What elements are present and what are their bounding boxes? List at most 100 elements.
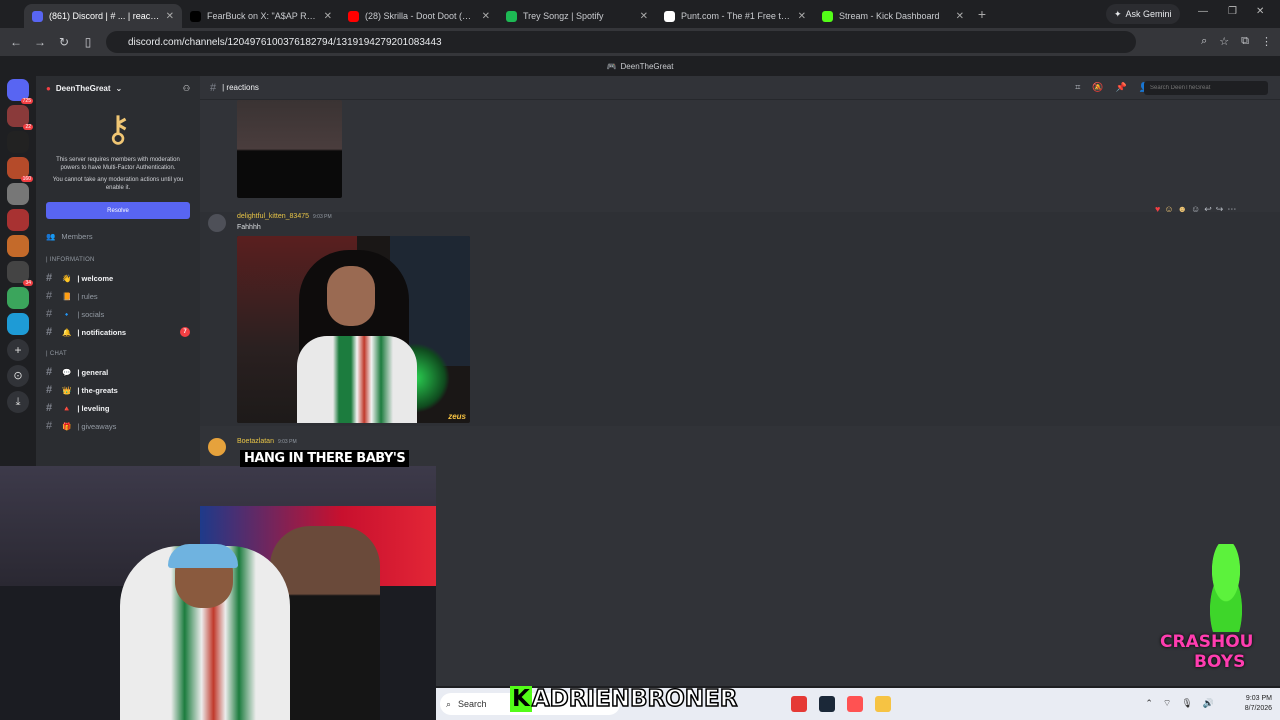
forward-icon[interactable]: →	[28, 35, 52, 49]
taskbar-clock[interactable]: 9:03 PM 8/7/2026	[1245, 694, 1272, 714]
channel-emoji-icon: 📙	[62, 291, 72, 301]
channel-item[interactable]: # 🔺 | leveling	[36, 399, 200, 417]
user-avatar[interactable]	[208, 214, 226, 232]
server-icon[interactable]	[7, 183, 29, 205]
server-name-header[interactable]: ● DeenTheGreat ⌄ ⚇	[36, 76, 200, 100]
mic-icon[interactable]: 🎙	[1181, 698, 1192, 709]
previous-image-attachment[interactable]	[237, 100, 342, 198]
channel-item[interactable]: # 💬 | general	[36, 363, 200, 381]
emoji-reaction-icon[interactable]: ☺	[1164, 204, 1173, 215]
server-icon[interactable]: 160	[7, 157, 33, 182]
channel-item[interactable]: # 🔔 | notifications 7	[36, 323, 200, 341]
add-member-icon[interactable]: ⚇	[183, 84, 190, 93]
url-bar[interactable]: discord.com/channels/1204976100376182794…	[106, 31, 1136, 53]
download-icon[interactable]: ⤓	[7, 391, 29, 413]
key-icon: ⚷	[104, 108, 132, 149]
crashout-boys-logo: CRASHOU BOYS	[1160, 632, 1254, 672]
taskbar-apps	[791, 696, 891, 712]
back-icon[interactable]: ←	[4, 35, 28, 49]
browser-tab[interactable]: FearBuck on X: "A$AP Rocky gi... ✕	[182, 4, 340, 28]
channel-item[interactable]: # 📙 | rules	[36, 287, 200, 305]
close-tab-icon[interactable]: ✕	[482, 11, 490, 22]
bookmark-star-icon[interactable]: ☆	[1219, 35, 1229, 48]
tab-favicon-icon	[664, 10, 675, 22]
ask-gemini-button[interactable]: ✦ Ask Gemini	[1106, 4, 1180, 24]
emoji-reaction-icon[interactable]: ☻	[1178, 204, 1187, 215]
volume-icon[interactable]: 🔊	[1203, 698, 1214, 709]
tab-favicon-icon	[32, 10, 43, 22]
channel-emoji-icon: 🔹	[62, 309, 72, 319]
minimize-icon[interactable]: —	[1198, 6, 1208, 17]
browser-tab[interactable]: Punt.com - The #1 Free to Play ... ✕	[656, 4, 814, 28]
add-reaction-icon[interactable]: ☺	[1191, 204, 1200, 215]
tab-title: (861) Discord | # ... | reactions	[49, 11, 160, 21]
sidepanel-icon[interactable]: ▯	[76, 35, 100, 49]
hash-icon: #	[46, 290, 53, 302]
maximize-icon[interactable]: ❐	[1228, 6, 1237, 17]
close-tab-icon[interactable]: ✕	[166, 11, 174, 22]
header-tools: ⌗ 🔕 📌 👤	[1075, 82, 1150, 93]
more-icon[interactable]: ⋯	[1227, 204, 1236, 215]
forward-icon[interactable]: ↪	[1216, 204, 1224, 215]
discover-icon[interactable]: ⊙	[7, 365, 29, 387]
hash-icon: #	[46, 366, 53, 378]
search-input[interactable]	[1144, 81, 1268, 95]
members-item[interactable]: 👥 Members	[36, 227, 200, 245]
app-icon[interactable]	[791, 696, 807, 712]
channel-item[interactable]: # 👑 | the-greats	[36, 381, 200, 399]
extensions-icon[interactable]: ⧉	[1241, 35, 1249, 48]
user-avatar[interactable]	[208, 438, 226, 456]
channel-item[interactable]: # 🔹 | socials	[36, 305, 200, 323]
close-tab-icon[interactable]: ✕	[324, 11, 332, 22]
browser-tab[interactable]: Trey Songz | Spotify ✕	[498, 4, 656, 28]
boxer-logo-icon	[1198, 544, 1254, 632]
new-tab-button[interactable]: +	[972, 6, 992, 22]
server-icon[interactable]	[7, 235, 29, 257]
folder-icon[interactable]	[875, 696, 891, 712]
channel-name: | socials	[77, 309, 105, 319]
message-author[interactable]: delightful_kitten_83475 9:03 PM	[237, 213, 332, 220]
menu-icon[interactable]: ⋮	[1261, 35, 1272, 48]
resolve-button[interactable]: Resolve	[46, 202, 190, 219]
server-icon[interactable]	[7, 209, 29, 231]
network-icon[interactable]: ⌔	[1163, 698, 1171, 709]
steam-icon[interactable]	[819, 696, 835, 712]
channel-emoji-icon: 💬	[62, 367, 72, 377]
server-icon[interactable]	[7, 131, 29, 153]
close-tab-icon[interactable]: ✕	[798, 11, 806, 22]
message-author[interactable]: Boetazlatan 9:03 PM	[237, 438, 297, 445]
webcam-overlay	[0, 466, 436, 720]
channel-emoji-icon: 👑	[62, 385, 72, 395]
image-watermark: zeus	[448, 412, 466, 421]
tab-favicon-icon	[822, 10, 833, 22]
tab-title: Punt.com - The #1 Free to Play ...	[681, 11, 792, 21]
server-icon[interactable]	[7, 287, 29, 309]
reply-icon[interactable]: ↩	[1204, 204, 1212, 215]
mute-icon[interactable]: 🔕	[1092, 82, 1103, 93]
category-information[interactable]: | INFORMATION	[36, 251, 200, 269]
browser-tab[interactable]: Stream - Kick Dashboard ✕	[814, 4, 972, 28]
home-icon[interactable]: 725	[7, 79, 33, 104]
zoom-icon[interactable]: ⌕	[1201, 35, 1207, 48]
category-chat[interactable]: | CHAT	[36, 345, 200, 363]
channel-name: | the-greats	[77, 385, 118, 395]
threads-icon[interactable]: ⌗	[1075, 82, 1080, 93]
browser-tab[interactable]: (861) Discord | # ... | reactions ✕	[24, 4, 182, 28]
reload-icon[interactable]: ↻	[52, 35, 76, 49]
channel-item[interactable]: # 🎁 | giveaways	[36, 417, 200, 435]
add-server-icon[interactable]: +	[7, 339, 29, 361]
image-attachment[interactable]: zeus	[237, 236, 470, 423]
server-icon[interactable]: 22	[7, 105, 33, 130]
server-icon[interactable]: 34	[7, 261, 33, 286]
message-actions: ♥ ☺ ☻ ☺ ↩ ↪ ⋯	[1155, 204, 1236, 215]
close-tab-icon[interactable]: ✕	[640, 11, 648, 22]
close-tab-icon[interactable]: ✕	[956, 11, 964, 22]
close-window-icon[interactable]: ✕	[1256, 6, 1264, 17]
app-icon[interactable]	[847, 696, 863, 712]
chevron-up-icon[interactable]: ⌃	[1145, 698, 1153, 709]
channel-item[interactable]: # 👋 | welcome	[36, 269, 200, 287]
pin-icon[interactable]: 📌	[1116, 82, 1127, 93]
heart-reaction-icon[interactable]: ♥	[1155, 204, 1160, 215]
server-icon[interactable]	[7, 313, 29, 335]
browser-tab[interactable]: (28) Skrilla - Doot Doot (6 7) (O... ✕	[340, 4, 498, 28]
